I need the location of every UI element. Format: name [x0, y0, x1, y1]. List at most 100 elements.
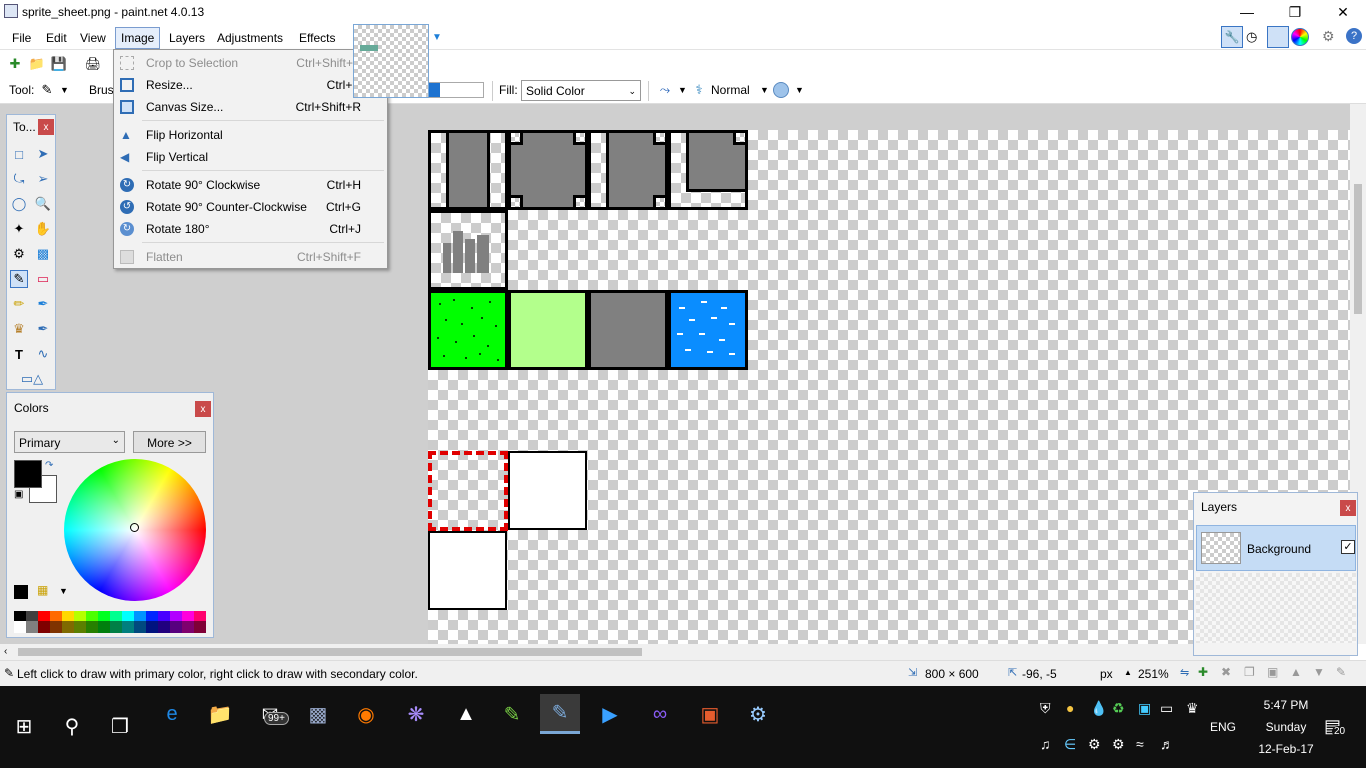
scroll-left-arrow-icon[interactable]: ‹	[4, 646, 7, 657]
units-dropdown-icon[interactable]: ▲	[1124, 668, 1132, 677]
paint-bucket-tool-icon[interactable]: ⚙	[10, 245, 28, 263]
zoom-fit-icon[interactable]: ⇋	[1180, 666, 1189, 679]
menu-image[interactable]: Image	[115, 27, 161, 49]
close-button[interactable]: ✕	[1320, 0, 1366, 24]
palette-swatch[interactable]	[38, 611, 50, 621]
palette-swatch[interactable]	[170, 611, 182, 621]
palette-swatch[interactable]	[50, 621, 62, 633]
maximize-button[interactable]: ❐	[1272, 0, 1318, 24]
clock-time[interactable]: 5:47 PM	[1250, 698, 1322, 712]
line-curve-tool-icon[interactable]: ∿	[34, 345, 52, 363]
new-image-icon[interactable]: ✚	[6, 55, 24, 73]
zoom-level[interactable]: 251%	[1138, 667, 1169, 681]
palette-swatch[interactable]	[146, 621, 158, 633]
action-center-icon[interactable]: ▤ 20	[1324, 716, 1348, 737]
menu-item-flip-horizontal[interactable]: ▲ Flip Horizontal	[114, 124, 387, 146]
print-icon[interactable]: 🖨	[84, 55, 102, 73]
edge-browser-icon[interactable]: e	[152, 694, 192, 734]
fill-select[interactable]: Solid Color ⌄	[521, 80, 641, 101]
palette-swatch[interactable]	[26, 611, 38, 621]
antialiasing-dropdown-icon[interactable]: ▼	[678, 85, 687, 95]
menu-effects[interactable]: Effects	[293, 29, 341, 49]
menu-edit[interactable]: Edit	[40, 29, 73, 49]
tray-steam-icon[interactable]: ⚙	[1088, 736, 1101, 753]
pan-hand-tool-icon[interactable]: ✋	[34, 220, 52, 238]
primary-color-swatch[interactable]	[14, 460, 42, 488]
menu-item-rotate-cw[interactable]: ↻ Rotate 90° Clockwise Ctrl+H	[114, 174, 387, 196]
open-folder-icon[interactable]: 📁	[28, 55, 46, 73]
palette-swatch[interactable]	[14, 611, 26, 621]
palette-swatch[interactable]	[26, 621, 38, 633]
delete-layer-icon[interactable]: ✖	[1221, 665, 1231, 679]
bluetooth-icon[interactable]: ♛	[1186, 700, 1199, 717]
reset-colors-icon[interactable]: ▣	[14, 489, 23, 500]
color-picker-tool-icon[interactable]: ✒	[34, 295, 52, 313]
menu-item-crop-to-selection[interactable]: Crop to Selection Ctrl+Shift+X	[114, 52, 387, 74]
menu-item-flatten[interactable]: Flatten Ctrl+Shift+F	[114, 246, 387, 268]
tray-drop-icon[interactable]: 💧	[1090, 700, 1107, 717]
settings-gear-icon[interactable]: ⚙	[1322, 28, 1335, 45]
zoom-tool-icon[interactable]: 🔍	[34, 195, 52, 213]
blend-mode-dropdown-icon[interactable]: ▼	[760, 85, 769, 95]
menu-item-canvas-size[interactable]: Canvas Size... Ctrl+Shift+R	[114, 96, 387, 118]
current-tool-paintbrush-icon[interactable]: ✎	[38, 81, 56, 99]
move-layer-up-icon[interactable]: ▲	[1290, 665, 1302, 679]
unity-icon[interactable]: ▲	[446, 694, 486, 734]
more-colors-button[interactable]: More >>	[133, 431, 206, 453]
network-app-icon[interactable]: ▩	[298, 694, 338, 734]
pencil-tool-icon[interactable]: ✏	[10, 295, 28, 313]
windows-start-icon[interactable]: ⊞	[4, 706, 44, 746]
palette-swatch[interactable]	[38, 621, 50, 633]
rectangle-select-tool-icon[interactable]: □	[10, 145, 28, 163]
monogame-icon[interactable]: ▣	[690, 694, 730, 734]
palette-swatch[interactable]	[62, 621, 74, 633]
palette-swatch[interactable]	[86, 621, 98, 633]
layer-visibility-checkbox[interactable]: ✓	[1341, 540, 1355, 554]
palette-menu-icon[interactable]: ▦	[37, 583, 48, 597]
save-icon[interactable]: 💾	[50, 55, 68, 73]
palette-row-top[interactable]	[14, 611, 206, 621]
tray-headset-icon[interactable]: ♫	[1040, 736, 1051, 752]
media-player-icon[interactable]: ▶	[590, 694, 630, 734]
tray-e-icon[interactable]: ∈	[1064, 736, 1076, 753]
tools-panel-close-button[interactable]: x	[38, 119, 54, 135]
move-selection-tool-icon[interactable]: ➢	[34, 170, 52, 188]
mail-icon[interactable]: ✉ 99+	[250, 694, 290, 734]
volume-icon[interactable]: ♬	[1160, 736, 1174, 752]
tools-toggle-icon[interactable]: 🔧	[1221, 26, 1243, 48]
paintbrush-tool-icon[interactable]: ✎	[10, 270, 28, 288]
defender-shield-icon[interactable]: ⛨	[1040, 700, 1051, 717]
shapes-tool-icon[interactable]: ▭△	[10, 370, 54, 388]
ellipse-select-tool-icon[interactable]: ◯	[10, 195, 28, 213]
menu-adjustments[interactable]: Adjustments	[211, 29, 289, 49]
palette-swatch[interactable]	[182, 621, 194, 633]
palette-swatch[interactable]	[182, 611, 194, 621]
recolor-tool-icon[interactable]: ✒	[34, 320, 52, 338]
clock-date[interactable]: 12-Feb-17	[1250, 742, 1322, 756]
palette-swatch[interactable]	[158, 611, 170, 621]
palette-swatch[interactable]	[146, 611, 158, 621]
search-icon[interactable]: ⚲	[52, 706, 92, 746]
steam-icon[interactable]: ⚙	[738, 694, 778, 734]
palette-swatch[interactable]	[98, 611, 110, 621]
palette-swatch[interactable]	[50, 611, 62, 621]
tray-display-icon[interactable]: ▣	[1138, 700, 1151, 717]
tool-dropdown-icon[interactable]: ▼	[60, 85, 69, 95]
tray-sync-icon[interactable]: ♻	[1112, 700, 1125, 717]
palette-swatch[interactable]	[14, 621, 26, 633]
palette-swatch[interactable]	[158, 621, 170, 633]
tray-usb-icon[interactable]: ⚙	[1112, 736, 1125, 753]
paintnet-taskbar-icon[interactable]: ✎	[540, 694, 580, 734]
palette-swatch[interactable]	[122, 621, 134, 633]
palette-swatch[interactable]	[122, 611, 134, 621]
palette-swatch[interactable]	[110, 621, 122, 633]
vertical-scroll-thumb[interactable]	[1354, 184, 1362, 314]
tray-app-icon[interactable]: ●	[1066, 700, 1074, 716]
palette-swatch[interactable]	[134, 611, 146, 621]
palette-swatch[interactable]	[74, 611, 86, 621]
menu-file[interactable]: File	[6, 29, 37, 49]
colors-panel-close-button[interactable]: x	[195, 401, 211, 417]
gradient-tool-icon[interactable]: ▩	[34, 245, 52, 263]
clone-stamp-tool-icon[interactable]: ♛	[10, 320, 28, 338]
palette-swatch[interactable]	[62, 611, 74, 621]
